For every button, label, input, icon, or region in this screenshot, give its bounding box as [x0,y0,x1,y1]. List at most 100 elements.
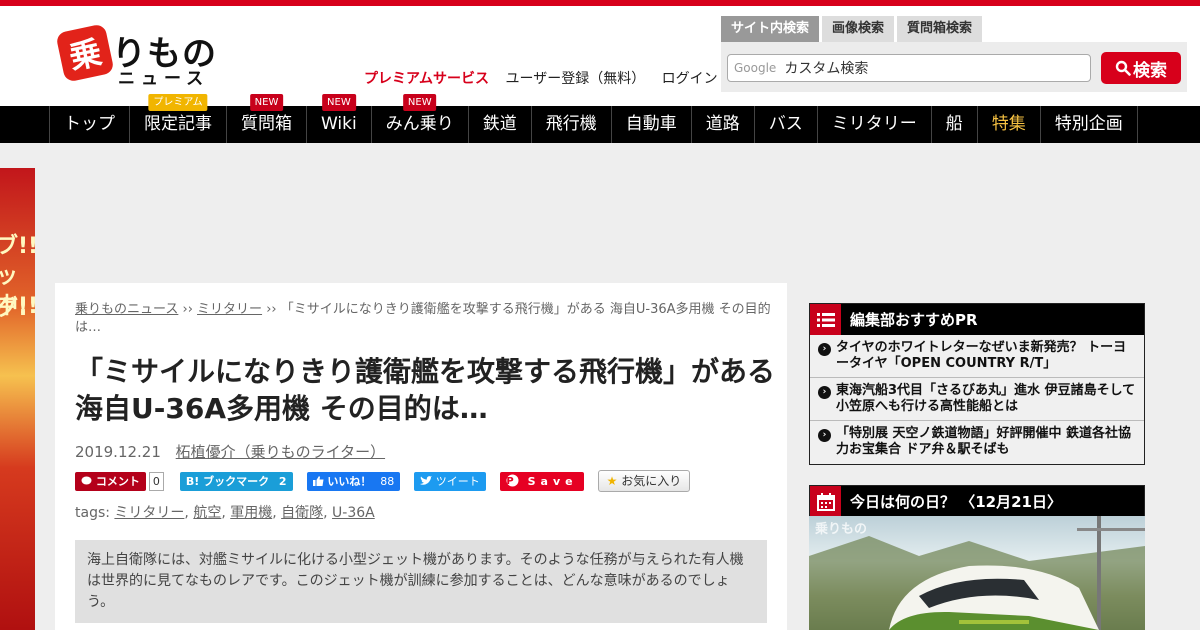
nav-label: ミリタリー [831,114,917,134]
main-nav: トップ プレミアム 限定記事 NEW 質問箱 NEW Wiki NEW みん乗り 鉄道 … [0,94,1200,143]
speech-bubble-icon [81,476,92,484]
pinterest-icon: P [506,474,519,487]
tag-link[interactable]: ミリタリー [114,505,184,521]
side-advertisement[interactable]: ブ!! ッグ! 中!! [0,168,35,630]
today-panel-header: 今日は何の日？ 〈12月21日〉 [810,486,1144,517]
nav-item-aircraft[interactable]: 飛行機 [532,106,612,143]
article-summary: 海上自衛隊には、対艦ミサイルに化ける小型ジェット機があります。そのような任務が与… [75,540,767,623]
share-buttons: コメント 0 B! ブックマーク 2 いいね！ 88 ツイート P Save ★… [75,470,691,492]
tag-link[interactable]: 航空 [193,505,221,521]
search-placeholder: カスタム検索 [784,61,869,77]
chevron-right-icon: › [818,429,831,442]
nav-item-bus[interactable]: バス [755,106,818,143]
search-icon [1115,60,1131,76]
tag-link[interactable]: U-36A [332,505,375,521]
nav-item-military[interactable]: ミリタリー [818,106,932,143]
breadcrumb: 乗りものニュース ›› ミリタリー ›› 「ミサイルになりきり護衛艦を攻撃する飛… [75,301,775,337]
nav-item-top[interactable]: トップ [50,106,130,143]
search-button[interactable]: 検索 [1101,52,1181,84]
login-link[interactable]: ログイン [662,71,718,87]
pr-item-text: 「特別展 天空ノ鉄道物語」好評開催中 鉄道各社協力お宝集合 ドア弁＆駅そばも [836,426,1132,457]
search-tabs: サイト内検索 画像検索 質問箱検索 [721,16,985,42]
article-title: 「ミサイルになりきり護衛艦を攻撃する飛行機」がある 海自U-36A多用機 その目… [75,355,776,425]
like-count: 88 [380,474,395,488]
article-card: 乗りものニュース ›› ミリタリー ›› 「ミサイルになりきり護衛艦を攻撃する飛… [55,283,787,630]
nav-label: 特集 [991,114,1026,134]
site-header: 乗 りもの ニュース プレミアムサービス ユーザー登録（無料） ログイン サイト… [0,6,1200,106]
nav-label: 船 [945,114,963,134]
today-photo[interactable]: 乗りもの [809,516,1145,630]
nav-item-minnori[interactable]: NEW みん乗り [372,94,469,143]
search-box: Google カスタム検索 検索 [721,42,1187,92]
ad-text-1: ブ!! [0,234,35,259]
nav-item-ship[interactable]: 船 [932,106,978,143]
pr-item-text: タイヤのホワイトレターなぜいま新発売？ トーヨータイヤ「OPEN COUNTRY… [836,340,1127,371]
breadcrumb-separator: ›› [182,302,193,317]
tweet-button[interactable]: ツイート [414,471,486,491]
tab-question-search[interactable]: 質問箱検索 [897,16,983,42]
article-meta: 2019.12.21 柘植優介（乗りものライター） [75,441,385,462]
nav-item-feature[interactable]: 特集 [978,106,1041,143]
nav-label: 質問箱 [241,114,292,134]
comment-label: コメント [95,474,140,488]
nav-item-special-project[interactable]: 特別企画 [1041,106,1138,143]
nav-label: 特別企画 [1054,114,1123,134]
nav-label: みん乗り [385,114,454,134]
pr-panel: 編集部おすすめPR › タイヤのホワイトレターなぜいま新発売？ トーヨータイヤ「… [809,303,1145,465]
premium-badge: プレミアム [148,94,208,111]
twitter-bird-icon [420,475,433,485]
pinterest-save-button[interactable]: P Save [499,471,584,491]
nav-item-question-box[interactable]: NEW 質問箱 [227,94,307,143]
nav-label: Wiki [321,114,357,134]
nav-label: 自動車 [625,114,677,134]
like-label: いいね！ [327,474,372,488]
nav-item-car[interactable]: 自動車 [612,106,692,143]
tag-link[interactable]: 自衛隊 [281,505,323,521]
photo-watermark: 乗りもの [815,522,868,537]
tag-link[interactable]: 軍用機 [230,505,272,521]
breadcrumb-current: 「ミサイルになりきり護衛艦を攻撃する飛行機」がある 海自U-36A多用機 その目… [75,302,771,335]
chevron-right-icon: › [818,343,831,356]
new-badge: NEW [402,94,437,111]
tab-image-search[interactable]: 画像検索 [822,16,895,42]
breadcrumb-category[interactable]: ミリタリー [197,302,262,317]
new-badge: NEW [322,94,356,111]
nav-label: 鉄道 [482,114,517,134]
hatena-bookmark-button[interactable]: B! ブックマーク 2 [179,471,293,491]
pr-item[interactable]: › 東海汽船3代目「さるびあ丸」進水 伊豆諸島そして小笠原へも行ける高性能船とは [810,378,1144,421]
favorite-button[interactable]: ★ お気に入り [597,470,691,492]
article-author[interactable]: 柘植優介（乗りものライター） [176,443,385,461]
search-input[interactable]: Google カスタム検索 [727,54,1091,82]
site-logo[interactable]: 乗 りもの ニュース [55,23,230,89]
logo-sub-text: ニュース [118,69,210,89]
thumbs-up-icon [312,475,324,486]
comment-count: 0 [148,471,164,491]
save-label: Save [527,474,578,488]
premium-service-link[interactable]: プレミアムサービス [364,71,489,87]
star-icon: ★ [606,474,618,488]
pr-item[interactable]: › 「特別展 天空ノ鉄道物語」好評開催中 鉄道各社協力お宝集合 ドア弁＆駅そばも [810,421,1144,464]
comment-button[interactable]: コメント [75,471,146,491]
breadcrumb-home[interactable]: 乗りものニュース [75,302,178,317]
nav-label: 限定記事 [144,114,212,134]
article-tags: tags: ミリタリー, 航空, 軍用機, 自衛隊, U-36A [75,505,375,521]
search-button-label: 検索 [1133,60,1167,81]
article-date: 2019.12.21 [75,443,161,461]
tab-site-search[interactable]: サイト内検索 [721,16,820,42]
register-link[interactable]: ユーザー登録（無料） [505,71,645,87]
nav-item-premium-articles[interactable]: プレミアム 限定記事 [130,94,227,143]
svg-text:P: P [506,476,518,487]
calendar-icon [810,486,841,517]
tweet-label: ツイート [435,474,480,488]
nav-label: トップ [64,114,115,134]
header-links: プレミアムサービス ユーザー登録（無料） ログイン [364,68,730,88]
today-panel-title: 今日は何の日？ 〈12月21日〉 [850,493,1062,511]
nav-item-railway[interactable]: 鉄道 [469,106,532,143]
nav-label: バス [768,114,803,134]
ad-text-3: 中!! [0,294,35,319]
pr-item[interactable]: › タイヤのホワイトレターなぜいま新発売？ トーヨータイヤ「OPEN COUNT… [810,335,1144,378]
nav-item-wiki[interactable]: NEW Wiki [307,94,372,143]
nav-item-road[interactable]: 道路 [692,106,755,143]
facebook-like-button[interactable]: いいね！ 88 [306,471,401,491]
pr-item-text: 東海汽船3代目「さるびあ丸」進水 伊豆諸島そして小笠原へも行ける高性能船とは [836,383,1136,414]
